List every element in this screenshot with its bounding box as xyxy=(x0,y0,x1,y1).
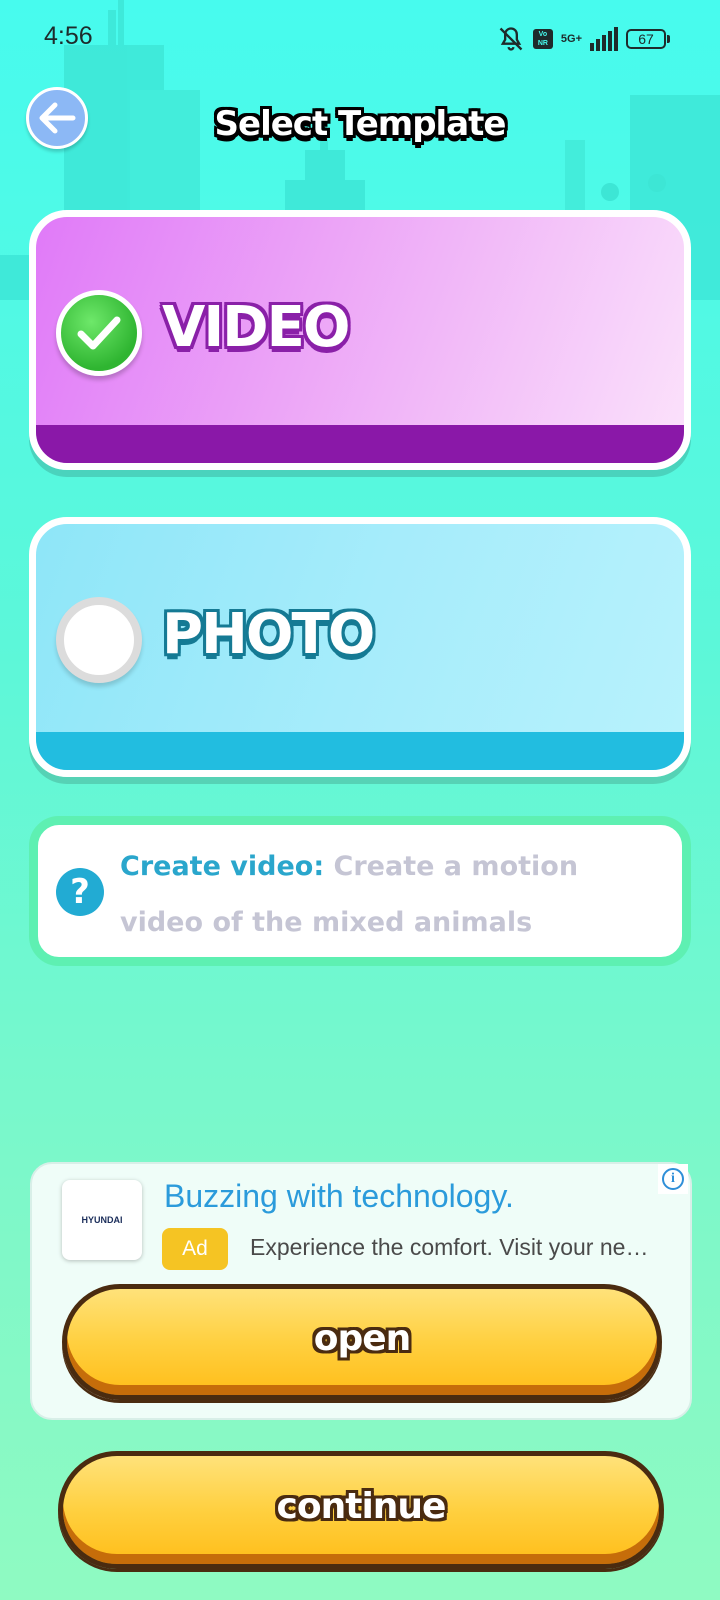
advertiser-logo: HYUNDAI xyxy=(62,1180,142,1260)
option-label-video: VIDEO xyxy=(162,295,351,360)
page-title: Select Template xyxy=(214,104,507,144)
battery-icon: 67 xyxy=(626,29,670,49)
question-icon: ? xyxy=(56,868,104,916)
ad-open-label: open xyxy=(313,1317,412,1359)
description-box: ? Create video: Create a motion video of… xyxy=(29,816,691,966)
status-icons: Vo NR 5G+ 67 xyxy=(497,22,670,56)
radio-unchecked[interactable] xyxy=(56,597,142,683)
ad-banner[interactable]: i HYUNDAI Buzzing with technology. Ad Ex… xyxy=(30,1162,692,1420)
volte-icon: Vo NR xyxy=(532,29,553,49)
ad-badge: Ad xyxy=(162,1228,228,1270)
bell-off-icon xyxy=(499,27,523,51)
description-lead: Create video: xyxy=(120,851,325,882)
battery-level: 67 xyxy=(626,29,666,49)
radio-checked[interactable] xyxy=(56,290,142,376)
card-footer-strip xyxy=(36,732,684,770)
network-type: 5G+ xyxy=(560,33,582,45)
option-card-photo[interactable]: PHOTO xyxy=(29,517,691,777)
continue-label: continue xyxy=(276,1485,447,1527)
continue-button[interactable]: continue xyxy=(58,1451,664,1569)
signal-icon xyxy=(590,27,618,51)
ad-headline[interactable]: Buzzing with technology. xyxy=(164,1178,514,1215)
status-time: 4:56 xyxy=(44,22,93,50)
checkmark-icon xyxy=(77,316,121,350)
ad-body: Experience the comfort. Visit your neare… xyxy=(250,1234,650,1260)
ad-open-button[interactable]: open xyxy=(62,1284,662,1400)
description-text: Create video: Create a motion video of t… xyxy=(120,839,660,951)
option-card-video[interactable]: VIDEO xyxy=(29,210,691,470)
card-footer-strip xyxy=(36,425,684,463)
option-label-photo: PHOTO xyxy=(162,602,375,667)
ad-info-icon[interactable]: i xyxy=(658,1164,688,1194)
